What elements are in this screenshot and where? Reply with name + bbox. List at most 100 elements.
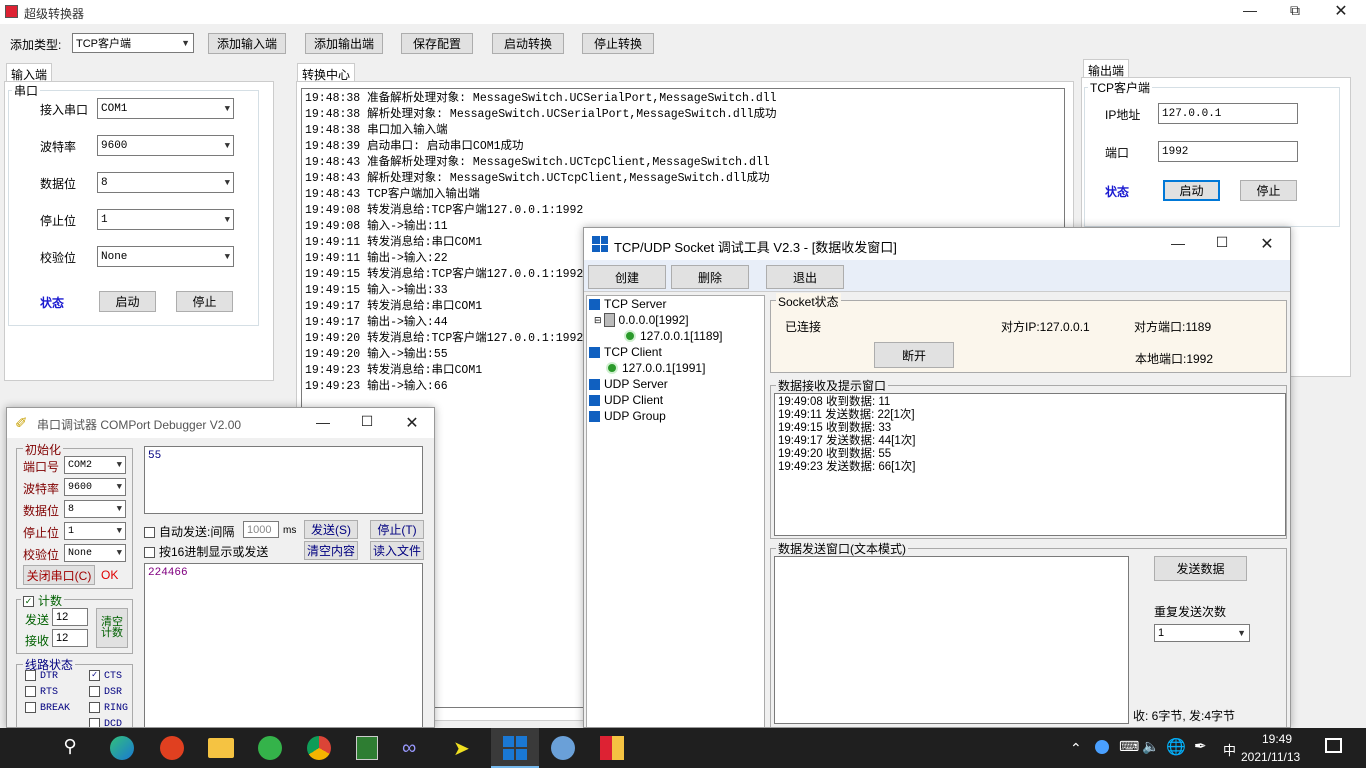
disconnect-button[interactable]: 断开 [874, 342, 954, 368]
output-start-button[interactable]: 启动 [1163, 180, 1220, 201]
line-checkbox[interactable] [25, 670, 36, 681]
edge-icon[interactable] [110, 736, 134, 760]
com-recv-textarea[interactable]: 224466 [144, 563, 423, 727]
volume-icon[interactable]: 🔈 [1142, 738, 1159, 755]
minimize-icon[interactable]: — [1230, 2, 1270, 18]
repeat-select[interactable]: 1 ▼ [1154, 624, 1250, 642]
ime-indicator[interactable]: 中 [1223, 740, 1236, 759]
line-status-item[interactable]: BREAK [25, 702, 70, 714]
input-start-button[interactable]: 启动 [99, 291, 156, 312]
tcp-send-textarea[interactable] [774, 556, 1129, 724]
tree-client-node[interactable]: 127.0.0.1[1991] [606, 361, 705, 375]
tree-udp-server[interactable]: UDP Server [589, 377, 668, 391]
com-maximize-icon[interactable]: ☐ [347, 413, 387, 430]
tcp-taskbar-icon[interactable] [491, 728, 539, 768]
clear-count-button[interactable]: 清空计数 [96, 608, 128, 648]
tcp-close-icon[interactable]: ✕ [1247, 234, 1287, 254]
port-input[interactable]: 1992 [1158, 141, 1298, 162]
output-stop-button[interactable]: 停止 [1240, 180, 1297, 201]
restore-icon[interactable]: ⧉ [1275, 2, 1315, 19]
line-checkbox[interactable] [89, 718, 100, 727]
hex-option[interactable]: 按16进制显示或发送 [144, 543, 268, 560]
folder-icon[interactable] [208, 738, 234, 758]
add-type-select[interactable]: TCP客户端 ▼ [72, 33, 194, 53]
start-icon[interactable] [10, 739, 27, 756]
tcp-maximize-icon[interactable]: ☐ [1202, 234, 1242, 251]
line-status-item[interactable]: ✓ CTS [89, 670, 122, 682]
close-icon[interactable]: ✕ [1321, 1, 1361, 21]
search-icon[interactable]: ⚲ [58, 736, 82, 760]
tree-tcp-client[interactable]: TCP Client [589, 345, 662, 359]
loop-app-icon[interactable]: ∞ [402, 738, 430, 758]
chart-app-icon[interactable] [356, 736, 378, 760]
pen-tray-icon[interactable]: ✒ [1194, 737, 1207, 755]
tree-udp-client[interactable]: UDP Client [589, 393, 663, 407]
read-file-button[interactable]: 读入文件 [370, 541, 424, 560]
input-field-select[interactable]: 9600 ▼ [97, 135, 234, 156]
add-input-button[interactable]: 添加输入端 [208, 33, 286, 54]
com-send-textarea[interactable]: 55 [144, 446, 423, 514]
delete-button[interactable]: 删除 [671, 265, 749, 289]
send-count-input[interactable]: 12 [52, 608, 88, 626]
tray-chevron-icon[interactable]: ⌃ [1070, 740, 1082, 757]
tree-server-child[interactable]: 127.0.0.1[1189] [624, 329, 723, 343]
keyboard-icon[interactable]: ⌨ [1119, 738, 1139, 755]
com-field-select[interactable]: COM2 ▼ [64, 456, 126, 474]
clear-content-button[interactable]: 清空内容 [304, 541, 358, 560]
browser-icon[interactable] [160, 736, 184, 760]
add-output-button[interactable]: 添加输出端 [305, 33, 383, 54]
input-field-select[interactable]: None ▼ [97, 246, 234, 267]
converter-taskbar-icon[interactable] [600, 736, 624, 760]
input-field-select[interactable]: COM1 ▼ [97, 98, 234, 119]
tree-server-node[interactable]: ⊟ 0.0.0.0[1992] [594, 313, 689, 327]
input-field-select[interactable]: 8 ▼ [97, 172, 234, 193]
notification-icon[interactable] [1325, 738, 1342, 753]
line-status-item[interactable]: RING [89, 702, 128, 714]
line-checkbox[interactable]: ✓ [89, 670, 100, 681]
tree-udp-group[interactable]: UDP Group [589, 409, 666, 423]
globe-icon[interactable]: 🌐 [1166, 737, 1186, 757]
stop-convert-button[interactable]: 停止转换 [582, 33, 654, 54]
line-checkbox[interactable] [89, 702, 100, 713]
line-status-item[interactable]: DCD [89, 718, 122, 727]
input-stop-button[interactable]: 停止 [176, 291, 233, 312]
line-status-item[interactable]: RTS [25, 686, 58, 698]
auto-send-checkbox[interactable] [144, 527, 155, 539]
line-checkbox[interactable] [25, 702, 36, 713]
line-checkbox[interactable] [89, 686, 100, 697]
close-port-button[interactable]: 关闭串口(C) [23, 565, 95, 585]
tree-tcp-server[interactable]: TCP Server [589, 297, 666, 311]
chrome-icon[interactable] [307, 736, 331, 760]
com-minimize-icon[interactable]: — [303, 414, 343, 430]
input-field-select[interactable]: 1 ▼ [97, 209, 234, 230]
clock-time[interactable]: 19:49 [1262, 732, 1292, 746]
com-field-select[interactable]: 1 ▼ [64, 522, 126, 540]
auto-send-option[interactable]: 自动发送:间隔 [144, 523, 234, 540]
com-field-select[interactable]: 8 ▼ [64, 500, 126, 518]
interval-input[interactable]: 1000 [243, 521, 279, 538]
refresh-app-icon[interactable] [258, 736, 282, 760]
line-status-item[interactable]: DTR [25, 670, 58, 682]
send-button[interactable]: 发送(S) [304, 520, 358, 539]
com-field-select[interactable]: None ▼ [64, 544, 126, 562]
network-icon[interactable] [1095, 740, 1109, 754]
line-status-item[interactable]: DSR [89, 686, 122, 698]
ip-input[interactable]: 127.0.0.1 [1158, 103, 1298, 124]
com-close-icon[interactable]: ✕ [392, 413, 432, 433]
clock-date[interactable]: 2021/11/13 [1241, 750, 1300, 764]
count-checkbox[interactable]: ✓ [23, 596, 34, 608]
send-data-button[interactable]: 发送数据 [1154, 556, 1247, 581]
paper-plane-icon[interactable]: ➤ [453, 736, 477, 760]
exit-button[interactable]: 退出 [766, 265, 844, 289]
recv-textarea[interactable]: 19:49:08 收到数据: 11 19:49:11 发送数据: 22[1次] 19… [774, 393, 1286, 536]
line-checkbox[interactable] [25, 686, 36, 697]
save-config-button[interactable]: 保存配置 [401, 33, 473, 54]
paint-icon[interactable] [551, 736, 575, 760]
hex-checkbox[interactable] [144, 547, 155, 559]
start-convert-button[interactable]: 启动转换 [492, 33, 564, 54]
tcp-minimize-icon[interactable]: — [1158, 235, 1198, 251]
com-field-select[interactable]: 9600 ▼ [64, 478, 126, 496]
recv-count-input[interactable]: 12 [52, 629, 88, 647]
stop-send-button[interactable]: 停止(T) [370, 520, 424, 539]
create-button[interactable]: 创建 [588, 265, 666, 289]
